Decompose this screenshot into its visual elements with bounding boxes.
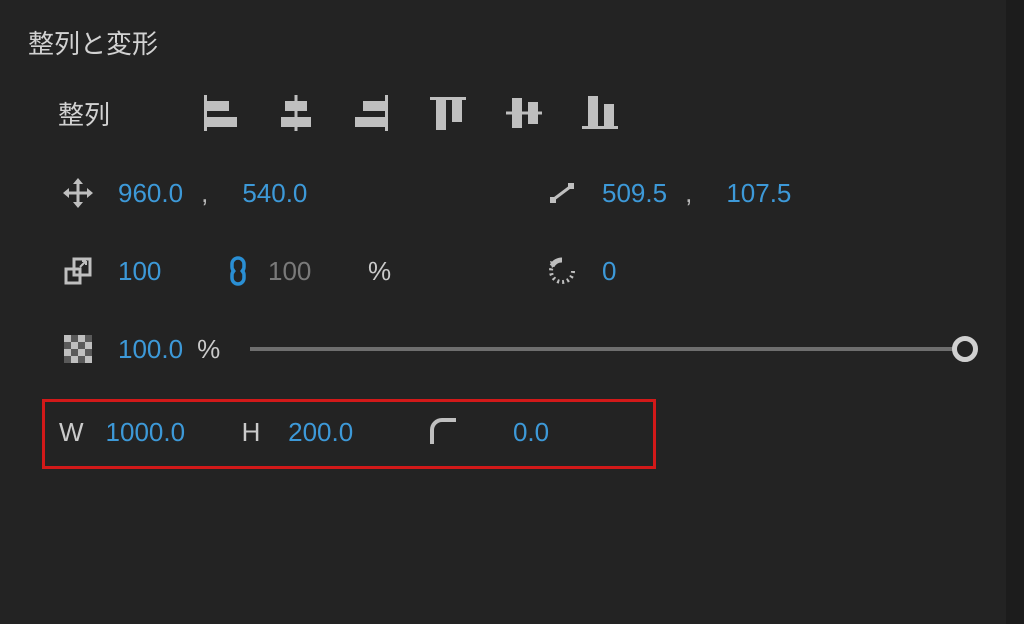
opacity-row: 100.0 % [28, 329, 996, 369]
scale-y-value: 100 [268, 256, 338, 287]
anchor-separator: , [685, 178, 692, 209]
align-transform-panel: 整列と変形 整列 [0, 0, 1024, 493]
opacity-unit: % [197, 334, 220, 365]
anchor-x-value[interactable]: 509.5 [602, 178, 667, 209]
opacity-slider-thumb[interactable] [952, 336, 978, 362]
height-value[interactable]: 200.0 [288, 417, 414, 448]
align-vcenter-icon[interactable] [502, 91, 546, 135]
position-icon [58, 173, 98, 213]
size-row-highlight: W 1000.0 H 200.0 0.0 [42, 399, 656, 469]
position-x-value[interactable]: 960.0 [118, 178, 183, 209]
scale-icon [58, 251, 98, 291]
opacity-value[interactable]: 100.0 [118, 334, 183, 365]
align-top-icon[interactable] [426, 91, 470, 135]
align-label: 整列 [58, 95, 198, 132]
link-icon[interactable] [218, 251, 258, 291]
position-anchor-row: 960.0 , 540.0 509.5 , 107.5 [28, 173, 996, 213]
width-label: W [59, 417, 106, 448]
anchor-icon [542, 173, 582, 213]
scale-x-value[interactable]: 100 [118, 256, 198, 287]
align-hcenter-icon[interactable] [274, 91, 318, 135]
opacity-slider[interactable] [250, 347, 966, 351]
rotation-icon [542, 251, 582, 291]
scale-unit: % [368, 256, 391, 287]
corner-radius-value[interactable]: 0.0 [513, 417, 639, 448]
height-label: H [242, 417, 289, 448]
rotation-value[interactable]: 0 [602, 256, 616, 287]
align-row: 整列 [28, 91, 996, 135]
section-title: 整列と変形 [28, 24, 996, 61]
scale-rotation-row: 100 100 % 0 [28, 251, 996, 291]
opacity-icon [58, 329, 98, 369]
position-y-value[interactable]: 540.0 [242, 178, 307, 209]
align-right-icon[interactable] [350, 91, 394, 135]
position-separator: , [201, 178, 208, 209]
scrollbar-rail[interactable] [1006, 0, 1024, 624]
corner-radius-icon [424, 412, 463, 452]
width-value[interactable]: 1000.0 [106, 417, 232, 448]
align-left-icon[interactable] [198, 91, 242, 135]
align-bottom-icon[interactable] [578, 91, 622, 135]
anchor-y-value[interactable]: 107.5 [726, 178, 791, 209]
